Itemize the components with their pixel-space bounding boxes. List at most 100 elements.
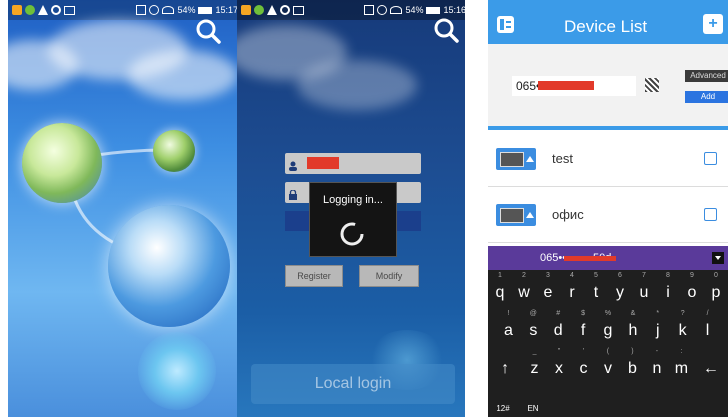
key-alt-label: 6	[618, 272, 622, 279]
key-v[interactable]: (v	[596, 346, 620, 384]
key-label: n	[652, 360, 662, 377]
key-s[interactable]: @ s	[521, 308, 546, 346]
header-bar: Device List +	[488, 0, 728, 44]
modify-button[interactable]: Modify	[359, 265, 419, 287]
key-n[interactable]: -n	[645, 346, 669, 384]
login-screen: 54% 15:16 Logging in... Register Modify …	[237, 0, 465, 417]
flower-sphere-image	[22, 123, 102, 203]
key-label: l	[705, 322, 710, 339]
key-alt-label: #	[556, 310, 561, 317]
search-icon[interactable]	[433, 17, 459, 43]
key-alt-label: *	[656, 310, 660, 317]
language-key[interactable]: EN	[518, 384, 548, 417]
key-label: f	[580, 322, 586, 339]
space-key[interactable]	[548, 384, 668, 417]
device-name: test	[552, 151, 573, 166]
edit-icon[interactable]	[704, 152, 717, 165]
register-button[interactable]: Register	[285, 265, 343, 287]
keyboard-row-1: 1q2w3e4r5t6y7u8i9o0p	[488, 270, 728, 308]
key-alt-label: 9	[690, 272, 694, 279]
key-alt-label: :	[680, 348, 683, 355]
key-alt-label: &	[630, 310, 636, 317]
dropdown-icon[interactable]	[712, 252, 724, 264]
key-w[interactable]: 2w	[512, 270, 536, 308]
splash-screen: 54% 15:17	[8, 0, 237, 417]
key-alt-label: /	[706, 310, 709, 317]
add-button[interactable]: Add	[685, 91, 728, 103]
key-h[interactable]: & h	[620, 308, 645, 346]
menu-icon[interactable]	[497, 16, 514, 33]
key-z[interactable]: _ z	[522, 346, 546, 384]
keyboard: 065•••••••••50d 1q2w3e4r5t6y7u8i9o0p !a@…	[488, 246, 728, 417]
key-label: i	[666, 284, 670, 301]
key-b[interactable]: ) b	[620, 346, 644, 384]
key-c[interactable]: ' c	[571, 346, 595, 384]
key-q[interactable]: 1q	[488, 270, 512, 308]
add-device-icon[interactable]: +	[703, 14, 723, 34]
tree-sphere-image	[153, 130, 195, 172]
local-login-button[interactable]: Local login	[251, 364, 455, 404]
device-list-screen: Device List + 065••••••••50d Advanced Ad…	[488, 0, 728, 417]
image-icon	[293, 5, 304, 15]
symbols-key[interactable]: 12#	[488, 384, 518, 417]
key-label: p	[711, 284, 721, 301]
app-notification-icon	[241, 5, 251, 15]
backspace-key[interactable]: ←	[694, 346, 728, 384]
key-l[interactable]: / l	[695, 308, 720, 346]
key-x[interactable]: " x	[547, 346, 571, 384]
shift-label: ↑	[501, 360, 510, 377]
add-device-area: 065••••••••50d Advanced Add	[488, 44, 728, 126]
shift-key[interactable]: ↑	[488, 346, 522, 384]
key-g[interactable]: % g	[596, 308, 621, 346]
badge-icon	[254, 5, 264, 15]
key-e[interactable]: 3e	[536, 270, 560, 308]
key-label: k	[678, 322, 687, 339]
edit-icon[interactable]	[704, 208, 717, 221]
key-label: e	[543, 284, 553, 301]
key-alt-label: $	[581, 310, 586, 317]
key-alt-label: @	[529, 310, 537, 317]
key-m[interactable]: :m	[669, 346, 693, 384]
key-y[interactable]: 6y	[608, 270, 632, 308]
key-j[interactable]: * j	[645, 308, 670, 346]
advanced-button[interactable]: Advanced	[685, 70, 728, 82]
device-row[interactable]: офис	[488, 187, 728, 243]
key-label: g	[603, 322, 613, 339]
key-alt-label: ?	[680, 310, 685, 317]
key-label: z	[530, 360, 539, 377]
input-redaction	[564, 256, 616, 261]
nfc-icon	[364, 5, 375, 15]
key-alt-label: 2	[522, 272, 526, 279]
status-bar: 54% 15:16	[237, 0, 465, 20]
search-small-icon	[280, 5, 290, 15]
key-label: h	[628, 322, 638, 339]
key-o[interactable]: 9o	[680, 270, 704, 308]
key-label: x	[555, 360, 563, 377]
key-k[interactable]: ? k	[670, 308, 695, 346]
device-name: офис	[552, 207, 584, 222]
key-r[interactable]: 4r	[560, 270, 584, 308]
user-icon	[289, 158, 297, 171]
page-title: Device List	[564, 17, 648, 36]
username-field[interactable]	[285, 153, 421, 174]
device-row[interactable]: test	[488, 131, 728, 187]
glow-orb	[138, 332, 216, 410]
key-u[interactable]: 7u	[632, 270, 656, 308]
key-alt-label: 1	[498, 272, 502, 279]
key-p[interactable]: 0p	[704, 270, 728, 308]
key-i[interactable]: 8i	[656, 270, 680, 308]
mic-key[interactable]	[668, 384, 698, 417]
key-alt-label: 0	[714, 272, 718, 279]
key-d[interactable]: # d	[546, 308, 571, 346]
qr-code-icon[interactable]	[645, 78, 659, 92]
key-t[interactable]: 5t	[584, 270, 608, 308]
globe-sphere-image	[108, 205, 230, 327]
keyboard-suggestion-bar: 065•••••••••50d	[488, 246, 728, 270]
key-a[interactable]: ! a	[496, 308, 521, 346]
dvr-device-icon	[496, 148, 536, 170]
enter-key[interactable]	[698, 384, 728, 417]
key-f[interactable]: $ f	[571, 308, 596, 346]
key-alt-label: '	[582, 348, 585, 355]
triangle-icon	[267, 5, 277, 15]
symbols-label: 12#	[496, 404, 510, 413]
